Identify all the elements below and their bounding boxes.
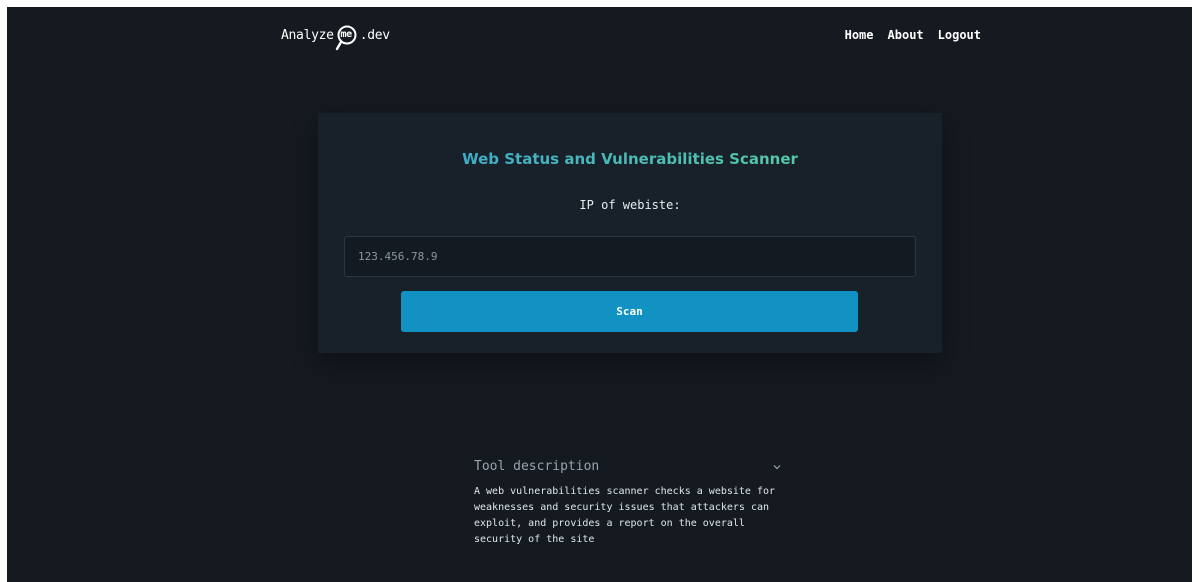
app-window: Analyze me .dev Home About Logout Web St…: [7, 7, 1192, 582]
logo-mark: me: [340, 29, 352, 40]
tool-description-text: A web vulnerabilities scanner checks a w…: [474, 486, 776, 545]
tool-description: Tool description A web vulnerabilities s…: [474, 459, 789, 548]
scanner-card: Web Status and Vulnerabilities Scanner I…: [318, 113, 942, 353]
nav-about-link[interactable]: About: [888, 28, 924, 42]
logo[interactable]: Analyze me .dev: [281, 23, 390, 51]
logo-suffix: .dev: [359, 27, 390, 43]
chevron-down-icon[interactable]: [772, 462, 782, 472]
nav-home-link[interactable]: Home: [845, 28, 874, 42]
page-title: Web Status and Vulnerabilities Scanner: [318, 150, 942, 168]
scan-button[interactable]: Scan: [401, 291, 858, 332]
magnifier-icon: me: [335, 25, 359, 51]
main-nav: Home About Logout: [845, 28, 981, 42]
ip-input[interactable]: [344, 236, 916, 277]
ip-field-label: IP of webiste:: [579, 198, 681, 212]
nav-logout-link[interactable]: Logout: [938, 28, 981, 42]
tool-description-title: Tool description: [474, 459, 600, 474]
tool-description-toggle[interactable]: Tool description: [474, 459, 789, 474]
logo-prefix: Analyze: [281, 27, 334, 43]
